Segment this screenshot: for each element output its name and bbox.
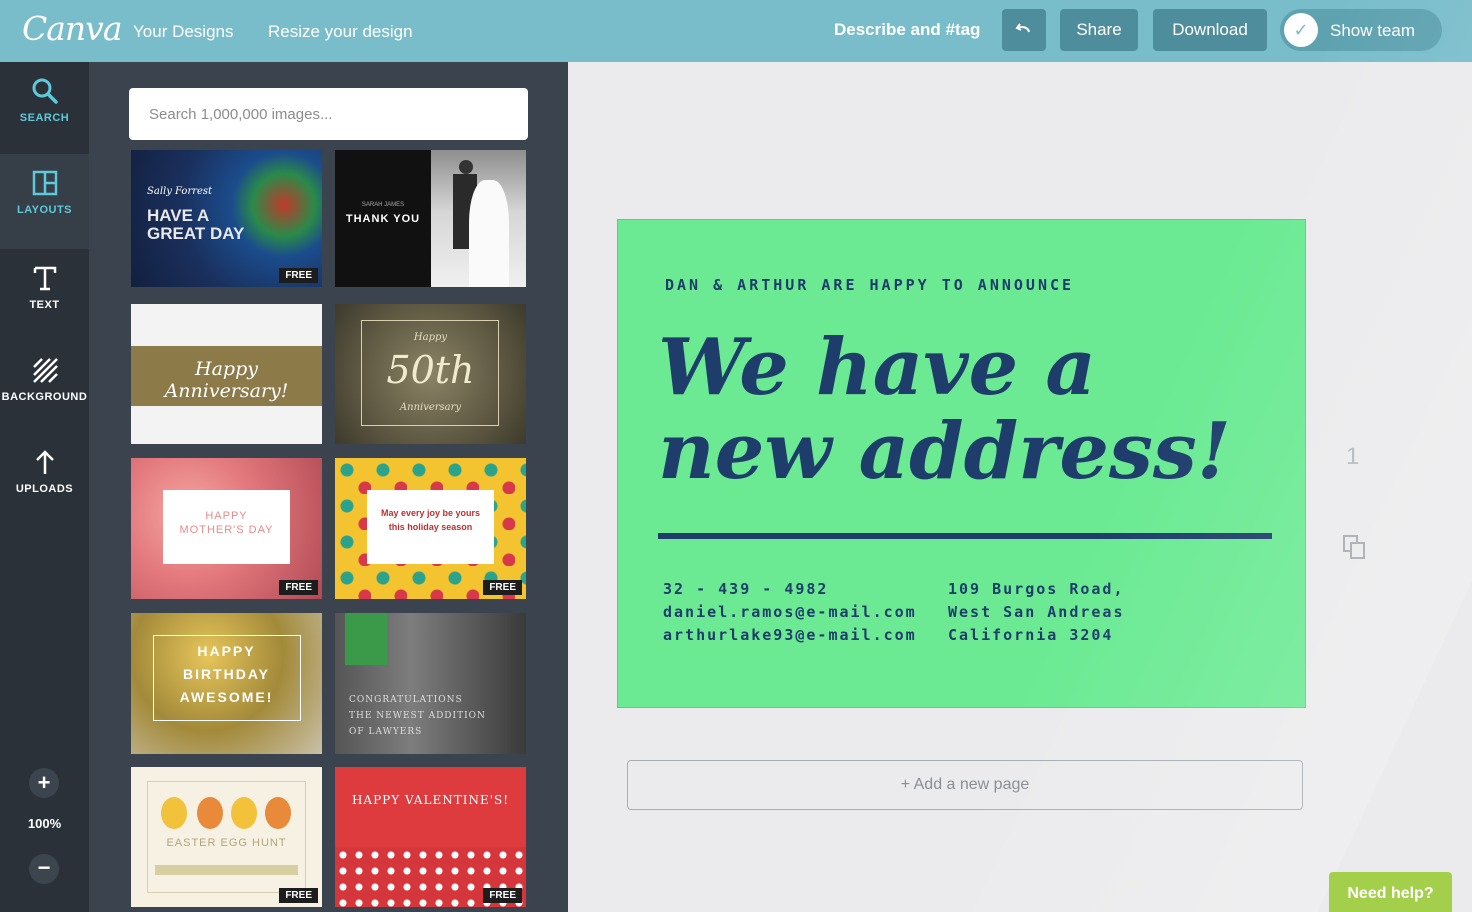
thumb-text: SARAH JAMES [361, 202, 405, 208]
address-line: West San Andreas [948, 603, 1125, 621]
resize-design-link[interactable]: Resize your design [268, 22, 413, 42]
sidebar-label-background: BACKGROUND [1, 391, 88, 403]
layout-thumb-holiday[interactable]: May every joy be yours this holiday seas… [335, 458, 526, 599]
thumb-text: HAPPY [205, 510, 248, 522]
layout-thumb-easter[interactable]: EASTER EGG HUNT FREE [131, 767, 322, 907]
upload-icon [35, 450, 54, 474]
your-designs-link[interactable]: Your Designs [133, 22, 234, 42]
layout-thumb-valentines[interactable]: HAPPY VALENTINE'S! FREE [335, 767, 526, 907]
address-line: 109 Burgos Road, [948, 580, 1125, 598]
thumb-text: HAPPY [197, 643, 256, 659]
thumb-text: CONGRATULATIONS [349, 695, 463, 705]
announcement-text[interactable]: DAN & ARTHUR ARE HAPPY TO ANNOUNCE [665, 276, 1074, 294]
zoom-out-button[interactable]: − [29, 854, 59, 884]
thumb-text: 50th [386, 348, 475, 392]
thumb-bar [155, 865, 298, 875]
need-help-button[interactable]: Need help? [1329, 872, 1452, 912]
thumb-photo [431, 150, 526, 287]
layout-thumb-birthday[interactable]: HAPPY BIRTHDAY AWESOME! [131, 613, 322, 754]
sidebar-item-text[interactable]: TEXT [0, 249, 89, 341]
thumb-text: BIRTHDAY [182, 666, 271, 682]
free-badge: FREE [483, 580, 522, 595]
sidebar-item-search[interactable]: SEARCH [0, 62, 89, 154]
layout-thumb-lawyer[interactable]: CONGRATULATIONS THE NEWEST ADDITION OF L… [335, 613, 526, 754]
address-info[interactable]: 109 Burgos Road, West San Andreas Califo… [948, 578, 1125, 647]
thumb-text: this holiday season [388, 522, 473, 532]
describe-and-tag-link[interactable]: Describe and #tag [834, 20, 980, 40]
divider-line[interactable] [658, 533, 1272, 539]
headline-line-2: new address! [658, 406, 1232, 497]
thumb-text: HAPPY VALENTINE'S! [351, 793, 510, 807]
layout-thumb-great-day[interactable]: Sally Forrest HAVE A GREAT DAY FREE [131, 150, 322, 287]
layouts-icon [32, 170, 57, 196]
sidebar-item-uploads[interactable]: UPLOADS [0, 433, 89, 525]
share-button[interactable]: Share [1060, 9, 1138, 51]
sidebar-item-background[interactable]: BACKGROUND [0, 341, 89, 433]
sidebar-label-search: SEARCH [19, 112, 70, 124]
address-line: California 3204 [948, 626, 1114, 644]
contact-info[interactable]: 32 - 439 - 4982 daniel.ramos@e-mail.com … [663, 578, 917, 647]
show-team-button[interactable]: ✓ Show team [1280, 9, 1442, 51]
download-button[interactable]: Download [1153, 9, 1267, 51]
thumb-text: Anniversary [399, 402, 462, 413]
contact-line: arthurlake93@e-mail.com [663, 626, 917, 644]
egg-icon [197, 797, 223, 829]
headline-text[interactable]: We have a new address! [658, 326, 1278, 494]
thumb-text: MOTHER'S DAY [179, 524, 274, 536]
thumb-text: Happy Anniversary! [164, 358, 289, 402]
thumb-text: HAVE A [147, 206, 210, 225]
add-new-page-button[interactable]: + Add a new page [627, 760, 1303, 810]
team-avatar-icon: ✓ [1284, 13, 1318, 47]
free-badge: FREE [279, 888, 318, 903]
free-badge: FREE [279, 268, 318, 283]
headline-line-1: We have a [658, 322, 1096, 413]
thumb-text: May every joy be yours [380, 508, 481, 518]
sidebar-label-text: TEXT [29, 299, 60, 311]
layout-thumb-50th[interactable]: Happy 50th Anniversary [335, 304, 526, 444]
thumb-text: OF LAWYERS [349, 727, 423, 737]
thumb-text: THE NEWEST ADDITION [349, 711, 486, 721]
page-number: 1 [1346, 443, 1360, 470]
sidebar-item-layouts[interactable]: LAYOUTS [0, 154, 89, 249]
search-icon [32, 78, 58, 104]
canva-logo[interactable]: Canva [22, 9, 122, 48]
contact-line: 32 - 439 - 4982 [663, 580, 829, 598]
background-icon [32, 358, 58, 383]
sidebar-rail: SEARCH LAYOUTS TEXT BACKGROUND UPLOADS +… [0, 62, 89, 912]
layout-thumb-thank-you[interactable]: SARAH JAMES THANK YOU [335, 150, 526, 287]
undo-icon [1015, 23, 1030, 33]
text-icon [33, 266, 56, 291]
zoom-level: 100% [27, 816, 62, 831]
thumb-text: Happy [413, 332, 448, 343]
thumb-text: THANK YOU [345, 213, 421, 225]
top-bar: Canva Your Designs Resize your design De… [0, 0, 1472, 62]
thumb-text: AWESOME! [179, 689, 274, 705]
show-team-label: Show team [1330, 21, 1416, 40]
zoom-in-button[interactable]: + [29, 768, 59, 798]
sidebar-label-uploads: UPLOADS [15, 483, 74, 495]
sidebar-label-layouts: LAYOUTS [16, 204, 73, 216]
thumb-green-tag [345, 613, 387, 665]
thumb-text: Sally Forrest [147, 186, 213, 197]
thumb-text: EASTER EGG HUNT [166, 837, 287, 849]
design-page[interactable]: DAN & ARTHUR ARE HAPPY TO ANNOUNCE We ha… [617, 219, 1306, 708]
undo-button[interactable] [1002, 9, 1046, 51]
copy-page-icon[interactable] [1340, 532, 1370, 562]
thumb-text: GREAT DAY [147, 224, 245, 243]
layout-thumb-mothers-day[interactable]: HAPPY MOTHER'S DAY FREE [131, 458, 322, 599]
egg-icon [161, 797, 187, 829]
contact-line: daniel.ramos@e-mail.com [663, 603, 917, 621]
layouts-panel: Sally Forrest HAVE A GREAT DAY FREE SARA… [89, 62, 568, 912]
egg-icon [265, 797, 291, 829]
free-badge: FREE [279, 580, 318, 595]
layout-thumb-anniversary[interactable]: Happy Anniversary! [131, 304, 322, 444]
image-search-input[interactable] [129, 88, 528, 140]
free-badge: FREE [483, 888, 522, 903]
egg-icon [231, 797, 257, 829]
